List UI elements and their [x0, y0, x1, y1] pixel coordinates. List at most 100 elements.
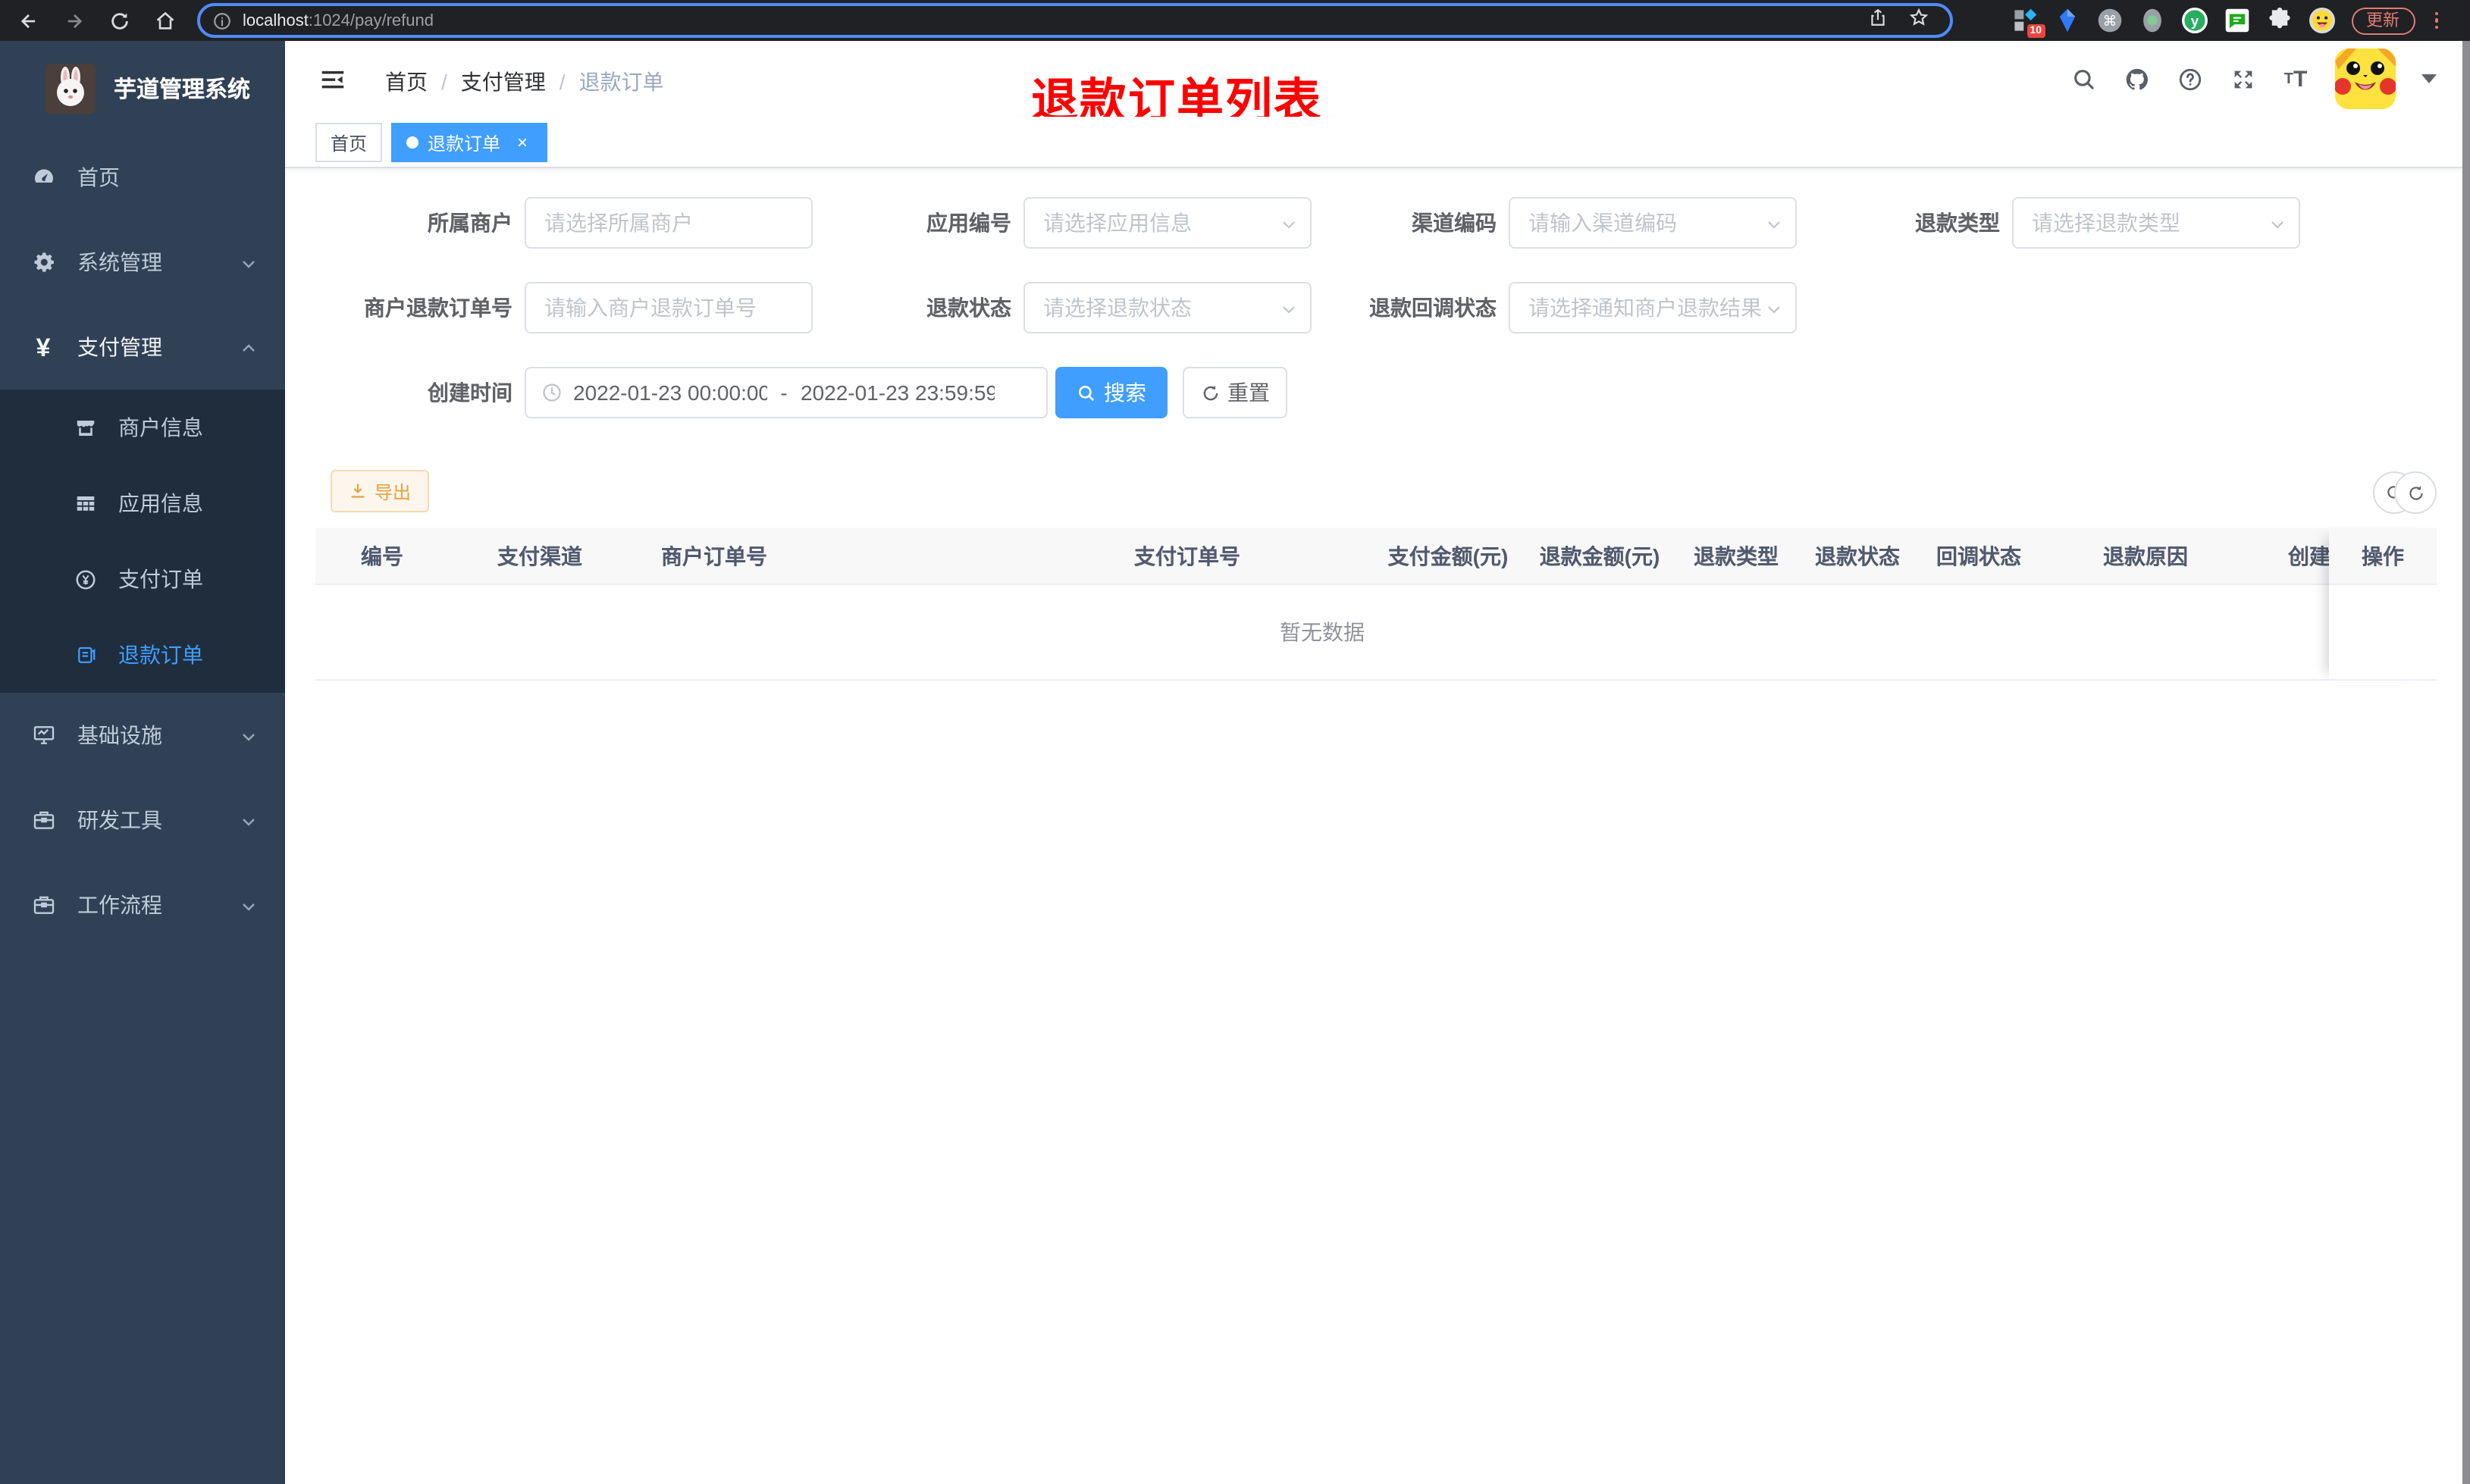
shop-icon: [73, 415, 97, 440]
avatar[interactable]: [2335, 49, 2396, 109]
date-range-start[interactable]: 2022-01-23 00:00:00: [573, 380, 767, 405]
briefcase-icon: [30, 892, 56, 918]
browser-back-icon[interactable]: [15, 8, 41, 33]
sidebar-item-label: 支付管理: [77, 335, 162, 359]
chevron-up-icon: [240, 338, 258, 356]
help-icon[interactable]: [2176, 65, 2203, 92]
date-range-separator: -: [780, 380, 788, 405]
refresh-button[interactable]: [2394, 471, 2437, 514]
breadcrumb-separator: /: [559, 70, 566, 94]
extension-emoji-icon[interactable]: [2309, 8, 2334, 33]
tab-close-icon[interactable]: [512, 133, 532, 152]
browser-update-button[interactable]: 更新: [2351, 7, 2415, 34]
reset-button-label: 重置: [1227, 380, 1270, 405]
sidebar-item-refund-order[interactable]: 退款订单: [0, 617, 285, 693]
address-bar[interactable]: localhost:1024/pay/refund: [197, 3, 1953, 38]
site-info-icon[interactable]: [212, 11, 232, 30]
breadcrumb-separator: /: [441, 70, 447, 94]
grid-icon: [73, 491, 97, 515]
chevron-down-icon: [240, 253, 258, 271]
extension-command-icon[interactable]: ⌘: [2096, 8, 2122, 33]
svg-text:⌘: ⌘: [2102, 13, 2117, 29]
sidebar-item-system[interactable]: 系统管理: [0, 220, 285, 305]
empty-state-text: 暂无数据: [1280, 620, 1365, 644]
filter-label: 创建时间: [428, 380, 512, 405]
extension-y-icon[interactable]: y: [2181, 8, 2207, 33]
fullscreen-icon[interactable]: [2229, 65, 2256, 92]
search-button[interactable]: 搜索: [1055, 367, 1168, 418]
fixed-column-body: [2329, 585, 2437, 681]
filter-label: 退款回调状态: [1369, 296, 1497, 320]
sidebar-item-pay-order[interactable]: 支付订单: [0, 541, 285, 617]
filter-row-2: 商户退款订单号 退款状态 请选择退款状态 退款回调状态 请选择通知商户退款结果: [285, 282, 2470, 333]
filter-label: 应用编号: [926, 211, 1011, 235]
browser-toolbar: localhost:1024/pay/refund 10 ⌘ y 更新: [0, 0, 2470, 41]
export-button[interactable]: 导出: [331, 470, 430, 512]
tab-refund-order[interactable]: 退款订单: [391, 123, 548, 162]
select-placeholder: 请选择通知商户退款结果: [1528, 296, 1762, 320]
url-text[interactable]: localhost:1024/pay/refund: [243, 11, 1868, 30]
reset-button[interactable]: 重置: [1183, 367, 1287, 418]
extension-puzzle-icon[interactable]: [2266, 8, 2292, 33]
select-placeholder: 请输入渠道编码: [1528, 211, 1677, 235]
extension-badge: 10: [2026, 24, 2045, 38]
chevron-down-icon: [240, 811, 258, 829]
breadcrumb-current: 退款订单: [578, 70, 664, 94]
chevron-down-icon: [240, 896, 258, 914]
browser-reload-icon[interactable]: [106, 8, 132, 33]
extension-chat-icon[interactable]: [2224, 8, 2249, 33]
sidebar-item-label: 系统管理: [77, 250, 162, 274]
browser-home-icon[interactable]: [152, 8, 177, 33]
yen-icon: ¥: [36, 333, 51, 362]
sidebar-item-pay[interactable]: ¥ 支付管理: [0, 305, 285, 390]
filter-label: 退款状态: [926, 296, 1011, 320]
font-size-icon[interactable]: TT: [2282, 65, 2309, 92]
window-scrollbar-strip[interactable]: [2462, 41, 2470, 1484]
avatar-caret-icon[interactable]: [2421, 74, 2437, 83]
filter-label: 退款类型: [1915, 211, 2000, 235]
date-range-end[interactable]: 2022-01-23 23:59:59: [801, 380, 995, 405]
tab-label: 首页: [331, 133, 368, 154]
search-icon[interactable]: [2070, 65, 2097, 92]
share-icon[interactable]: [1868, 7, 1888, 34]
coin-icon: [73, 567, 97, 591]
channel-select[interactable]: 请输入渠道编码: [1509, 197, 1797, 249]
github-icon[interactable]: [2123, 65, 2150, 92]
sidebar-item-home[interactable]: 首页: [0, 135, 285, 220]
column-header: 退款原因: [2103, 544, 2188, 568]
sidebar-item-label: 应用信息: [118, 491, 203, 515]
extension-tabs-icon[interactable]: 10: [2011, 8, 2045, 38]
browser-menu-icon[interactable]: [2431, 11, 2441, 30]
sidebar-logo-row[interactable]: 芋道管理系统: [0, 41, 285, 135]
sidebar-item-workflow[interactable]: 工作流程: [0, 863, 285, 947]
sidebar-item-devtools[interactable]: 研发工具: [0, 778, 285, 863]
create-time-range-picker[interactable]: 2022-01-23 00:00:00 - 2022-01-23 23:59:5…: [525, 367, 1048, 418]
tab-home[interactable]: 首页: [315, 123, 383, 162]
extension-gem-icon[interactable]: [2054, 8, 2080, 33]
sidebar-item-infra[interactable]: 基础设施: [0, 693, 285, 778]
merchant-refund-no-input[interactable]: [525, 282, 813, 333]
gear-icon: [30, 249, 56, 275]
sidebar-fold-icon[interactable]: [318, 65, 347, 92]
breadcrumb-home[interactable]: 首页: [385, 67, 428, 97]
sidebar-item-label: 研发工具: [77, 808, 162, 832]
bookmark-star-icon[interactable]: [1909, 7, 1929, 34]
breadcrumb-pay[interactable]: 支付管理: [461, 67, 546, 97]
app-select[interactable]: 请选择应用信息: [1023, 197, 1312, 249]
sidebar-item-label: 支付订单: [118, 567, 203, 591]
notify-status-select[interactable]: 请选择通知商户退款结果: [1509, 282, 1797, 333]
sidebar-item-label: 退款订单: [118, 643, 203, 667]
tab-label: 退款订单: [428, 133, 501, 154]
refund-status-select[interactable]: 请选择退款状态: [1023, 282, 1312, 333]
merchant-input[interactable]: [525, 197, 813, 249]
sidebar-item-label: 工作流程: [77, 893, 162, 917]
app-window: localhost:1024/pay/refund 10 ⌘ y 更新 芋道管理…: [0, 0, 2470, 1484]
refund-type-select[interactable]: 请选择退款类型: [2012, 197, 2300, 249]
extension-record-icon[interactable]: [2139, 8, 2164, 33]
sidebar-menu: 首页 系统管理 ¥ 支付管理 商户信息 应用信息 支付订单 退款订单 基础设施 …: [0, 135, 285, 947]
sidebar-item-app-info[interactable]: 应用信息: [0, 465, 285, 541]
app-navbar: 首页 / 支付管理 / 退款订单 退款订单列表 TT: [285, 41, 2470, 127]
browser-forward-icon[interactable]: [61, 8, 86, 33]
dashboard-icon: [30, 164, 56, 190]
sidebar-item-merchant-info[interactable]: 商户信息: [0, 390, 285, 465]
